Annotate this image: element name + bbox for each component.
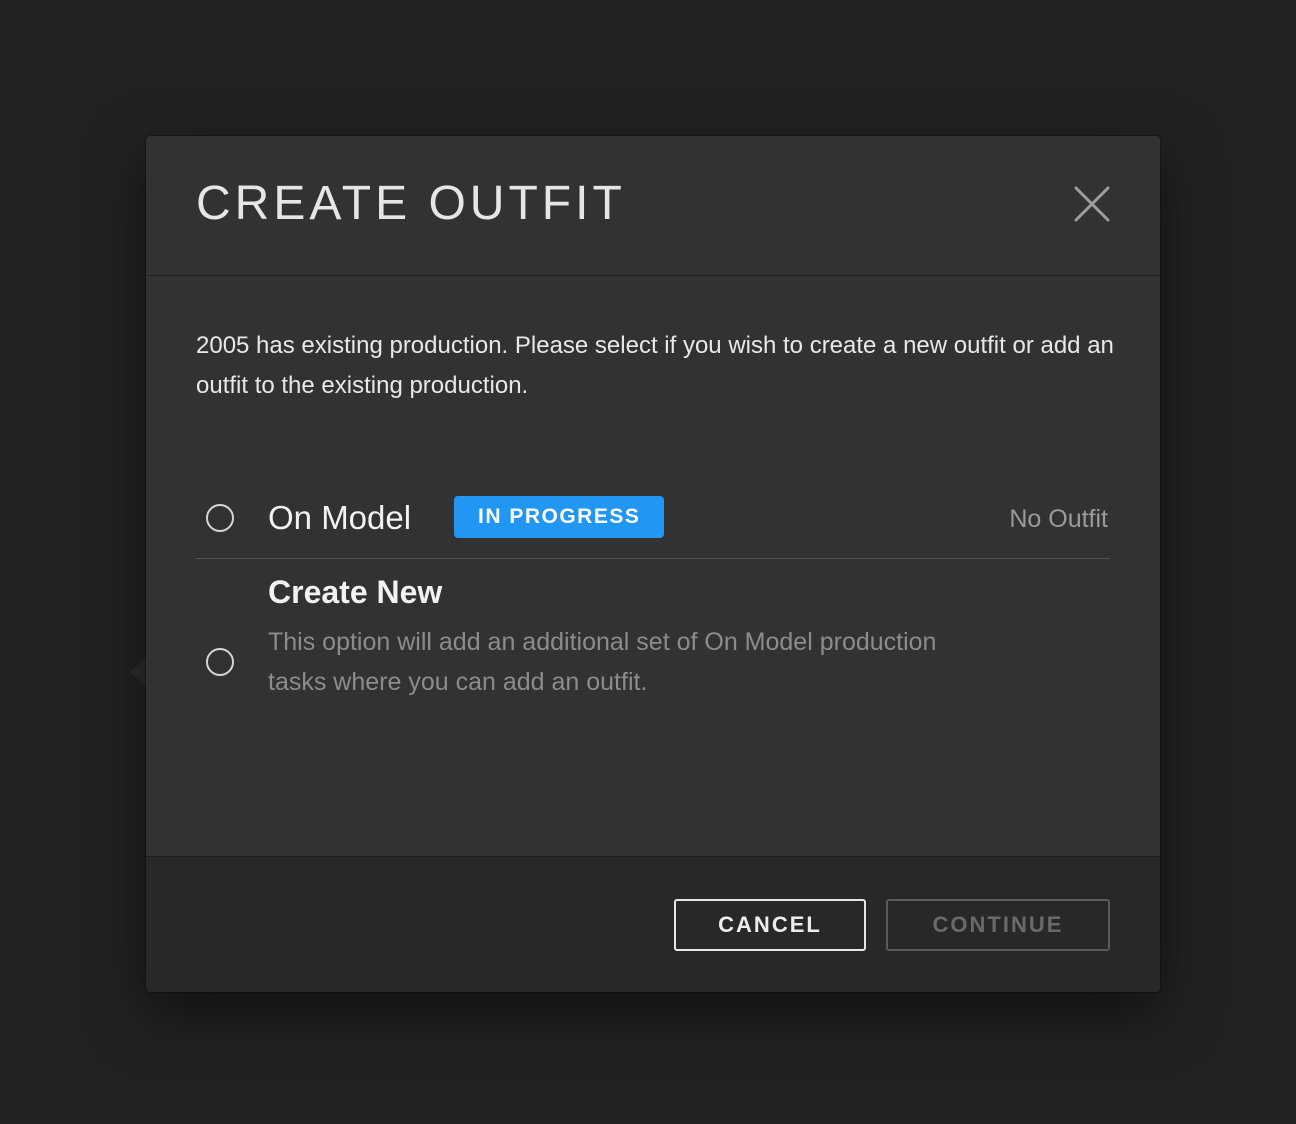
radio-unchecked-icon[interactable]: [206, 648, 234, 676]
close-icon: [1074, 186, 1110, 222]
cancel-button[interactable]: CANCEL: [674, 899, 866, 951]
dialog-body: 2005 has existing production. Please sel…: [146, 276, 1160, 856]
option-create-new[interactable]: Create New This option will add an addit…: [196, 558, 1110, 728]
continue-button[interactable]: CONTINUE: [886, 899, 1110, 951]
radio-unchecked-icon[interactable]: [206, 504, 234, 532]
option-on-model[interactable]: On Model IN PROGRESS No Outfit: [196, 478, 1110, 559]
dialog-footer: CANCEL CONTINUE: [146, 856, 1160, 992]
dialog-title: CREATE OUTFIT: [196, 177, 626, 230]
option-description: This option will add an additional set o…: [268, 628, 937, 696]
status-badge: IN PROGRESS: [454, 496, 665, 538]
close-button[interactable]: [1070, 182, 1114, 226]
outfit-status-text: No Outfit: [1009, 505, 1108, 533]
dialog-header: CREATE OUTFIT: [146, 136, 1160, 276]
create-outfit-dialog: CREATE OUTFIT 2005 has existing producti…: [146, 136, 1160, 992]
option-label: On Model: [268, 499, 412, 536]
option-label: Create New: [268, 574, 443, 610]
dialog-intro-text: 2005 has existing production. Please sel…: [196, 332, 1114, 399]
